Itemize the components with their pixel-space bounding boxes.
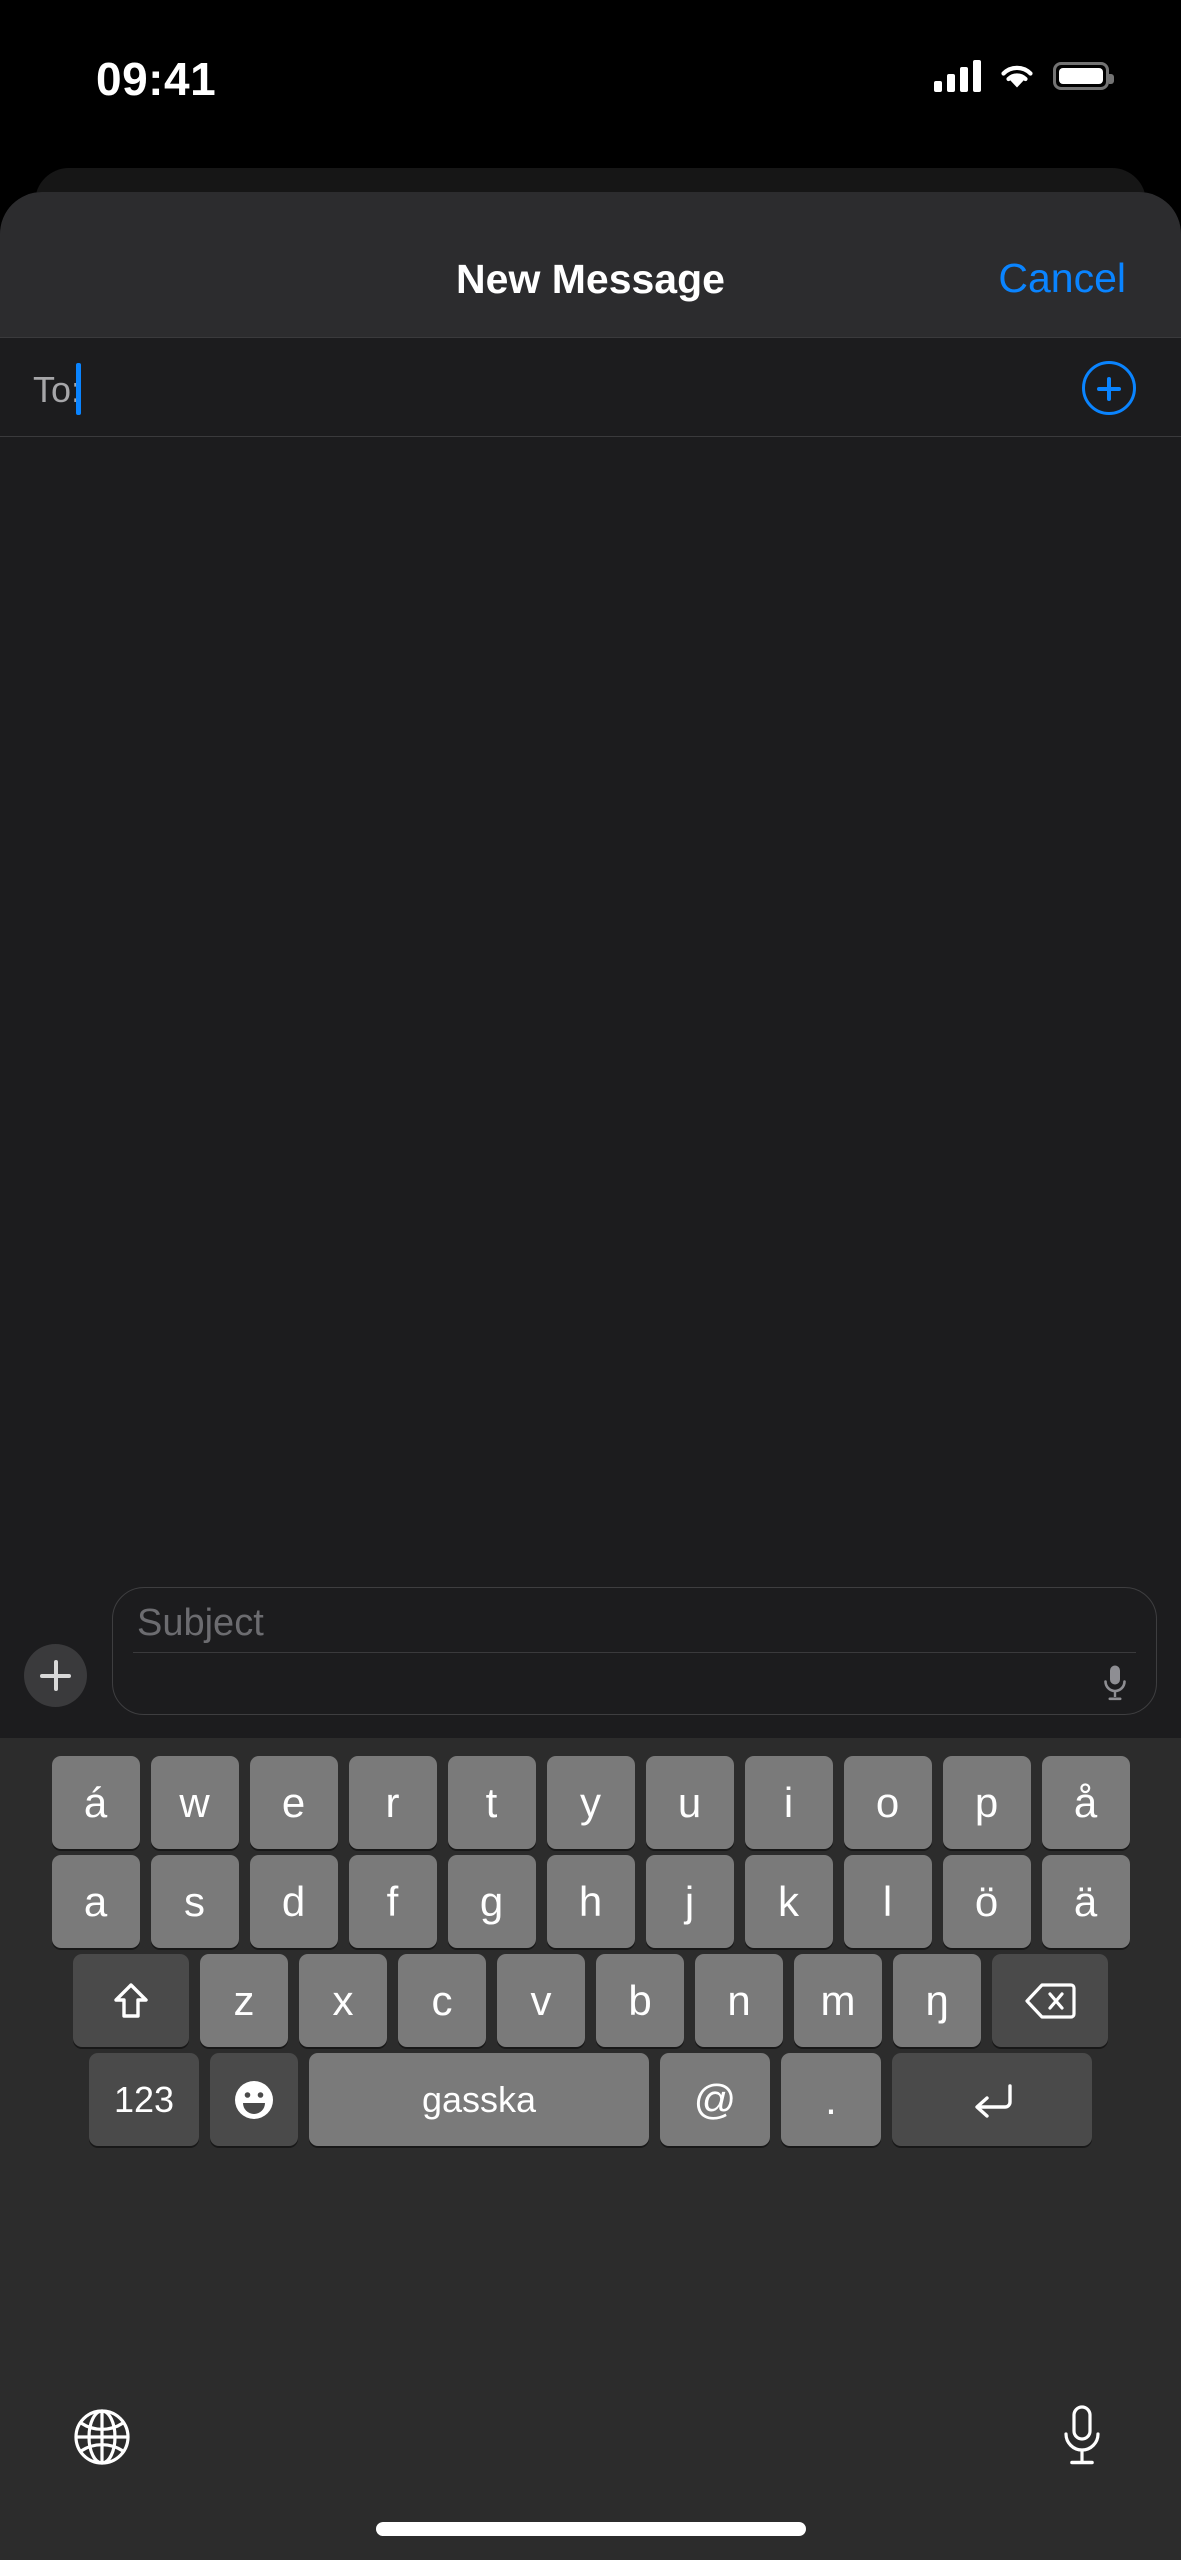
- keyboard-row-1: á w e r t y u i o p å: [0, 1756, 1181, 1849]
- keyboard: á w e r t y u i o p å a s d f g h j k l …: [0, 1738, 1181, 2560]
- key-z[interactable]: z: [200, 1954, 288, 2047]
- key-v[interactable]: v: [497, 1954, 585, 2047]
- key-i[interactable]: i: [744, 1756, 833, 1849]
- home-indicator-bar: [375, 2522, 806, 2536]
- key-s[interactable]: s: [150, 1855, 239, 1948]
- key-h[interactable]: h: [546, 1855, 635, 1948]
- key-n[interactable]: n: [695, 1954, 783, 2047]
- new-message-sheet: New Message Cancel To: Subject á w e r t…: [0, 192, 1181, 2560]
- key-g[interactable]: g: [447, 1855, 536, 1948]
- key-f[interactable]: f: [348, 1855, 437, 1948]
- return-key-icon[interactable]: [892, 2053, 1092, 2146]
- status-bar: 09:41: [0, 0, 1181, 150]
- key-m[interactable]: m: [794, 1954, 882, 2047]
- key-l[interactable]: l: [843, 1855, 932, 1948]
- space-key[interactable]: gasska: [309, 2053, 649, 2146]
- subject-placeholder: Subject: [137, 1601, 264, 1644]
- key-w[interactable]: w: [150, 1756, 239, 1849]
- key-u[interactable]: u: [645, 1756, 734, 1849]
- recipient-row[interactable]: To:: [0, 337, 1181, 437]
- period-key[interactable]: .: [781, 2053, 881, 2146]
- key-a-umlaut[interactable]: ä: [1041, 1855, 1130, 1948]
- plus-icon[interactable]: [24, 1644, 87, 1707]
- key-b[interactable]: b: [596, 1954, 684, 2047]
- add-contact-plus-icon[interactable]: [1082, 361, 1136, 415]
- microphone-icon[interactable]: [1102, 1664, 1128, 1702]
- key-p[interactable]: p: [942, 1756, 1031, 1849]
- navigation-bar: New Message Cancel: [0, 192, 1181, 337]
- key-o-umlaut[interactable]: ö: [942, 1855, 1031, 1948]
- key-a-acute[interactable]: á: [51, 1756, 140, 1849]
- keyboard-row-4: 123 gasska @ .: [0, 2053, 1181, 2146]
- keyboard-bottom-bar: [0, 2385, 1181, 2560]
- key-a-ring[interactable]: å: [1041, 1756, 1130, 1849]
- at-key[interactable]: @: [660, 2053, 770, 2146]
- key-j[interactable]: j: [645, 1855, 734, 1948]
- key-c[interactable]: c: [398, 1954, 486, 2047]
- shift-up-arrow-icon[interactable]: [73, 1954, 189, 2047]
- key-d[interactable]: d: [249, 1855, 338, 1948]
- phone-screen: 09:41 New Message Cancel To: Subject á w…: [0, 0, 1181, 2560]
- keyboard-row-2: a s d f g h j k l ö ä: [0, 1855, 1181, 1948]
- status-bar-indicators: [934, 56, 1114, 96]
- numbers-key[interactable]: 123: [89, 2053, 199, 2146]
- status-bar-time: 09:41: [96, 53, 217, 105]
- emoji-smiley-icon[interactable]: [210, 2053, 298, 2146]
- recipient-input[interactable]: [90, 338, 1051, 438]
- wifi-icon: [1001, 65, 1033, 88]
- compose-field[interactable]: Subject: [112, 1586, 1157, 1715]
- text-cursor: [76, 363, 81, 415]
- subject-body-divider: [133, 1651, 1136, 1653]
- key-k[interactable]: k: [744, 1855, 833, 1948]
- battery-icon: [1053, 62, 1114, 90]
- microphone-icon[interactable]: [1061, 2405, 1103, 2469]
- recipient-label: To:: [33, 369, 82, 410]
- key-e[interactable]: e: [249, 1756, 338, 1849]
- key-a[interactable]: a: [51, 1855, 140, 1948]
- key-y[interactable]: y: [546, 1756, 635, 1849]
- key-eng[interactable]: ŋ: [893, 1954, 981, 2047]
- key-r[interactable]: r: [348, 1756, 437, 1849]
- key-o[interactable]: o: [843, 1756, 932, 1849]
- cancel-button[interactable]: Cancel: [998, 255, 1126, 302]
- globe-language-icon[interactable]: [72, 2407, 132, 2467]
- message-body-area[interactable]: [0, 437, 1181, 1622]
- key-x[interactable]: x: [299, 1954, 387, 2047]
- key-t[interactable]: t: [447, 1756, 536, 1849]
- keyboard-row-3: z x c v b n m ŋ: [0, 1954, 1181, 2047]
- delete-backspace-icon[interactable]: [992, 1954, 1108, 2047]
- compose-bar: Subject: [0, 1563, 1181, 1738]
- cellular-signal-icon: [934, 60, 981, 92]
